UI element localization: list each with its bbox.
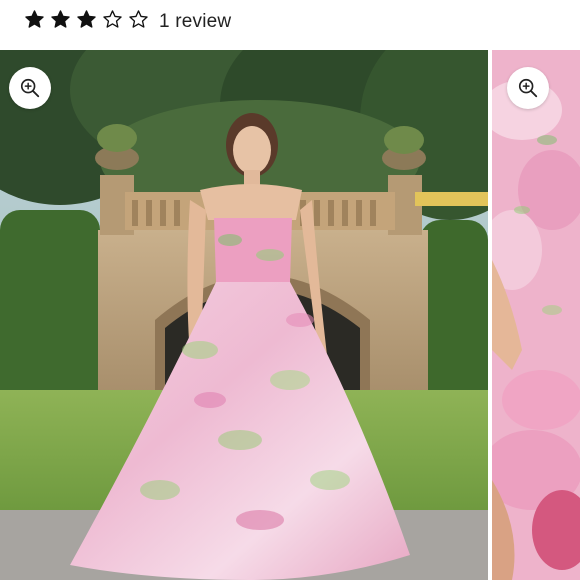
gallery-slide-next[interactable]: [492, 50, 580, 580]
star-empty-icon: [129, 10, 148, 28]
product-photo: [0, 50, 488, 580]
product-image-gallery[interactable]: [0, 50, 580, 580]
product-rating-bar: 1 review: [0, 0, 580, 50]
star-empty-icon: [103, 10, 122, 28]
star-filled-icon: [51, 10, 70, 28]
zoom-button[interactable]: [9, 67, 51, 109]
product-photo-next: [492, 50, 580, 580]
zoom-button-next[interactable]: [507, 67, 549, 109]
zoom-in-icon: [20, 78, 40, 98]
star-filled-icon: [25, 10, 44, 28]
star-rating[interactable]: [24, 9, 149, 30]
gallery-slide-current[interactable]: [0, 50, 488, 580]
star-filled-icon: [77, 10, 96, 28]
review-count-link[interactable]: 1 review: [159, 11, 231, 33]
zoom-in-icon: [518, 78, 538, 98]
